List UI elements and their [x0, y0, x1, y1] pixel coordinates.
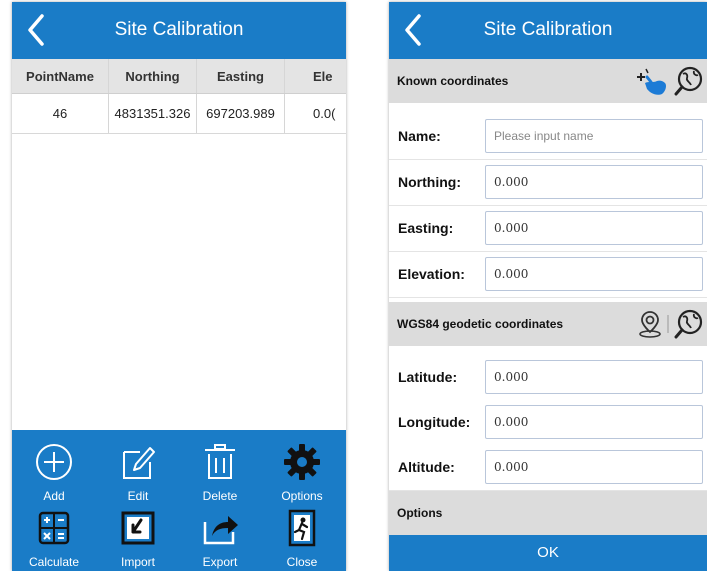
table-header: PointName Northing Easting Ele	[12, 59, 346, 94]
elevation-label: Elevation:	[398, 266, 465, 282]
title-bar: Site Calibration	[389, 2, 707, 59]
globe-search-icon[interactable]	[674, 309, 704, 339]
latitude-input[interactable]	[485, 360, 703, 394]
section-title: Options	[397, 506, 443, 520]
longitude-row: Longitude:	[389, 400, 707, 446]
import-button[interactable]: Import	[96, 502, 180, 569]
trash-icon	[205, 444, 235, 479]
cell-northing: 4831351.326	[109, 94, 197, 133]
options-label: Options	[281, 489, 323, 503]
import-icon	[121, 511, 155, 545]
known-coordinates-header: Known coordinates	[389, 59, 707, 103]
exit-icon	[288, 509, 316, 547]
easting-input[interactable]	[485, 211, 703, 245]
cell-pointname: 46	[12, 94, 109, 133]
export-icon	[203, 516, 238, 545]
latitude-row: Latitude:	[389, 355, 707, 401]
table-row[interactable]: 46 4831351.326 697203.989 0.0(	[12, 94, 346, 134]
name-input[interactable]	[485, 119, 703, 153]
longitude-input[interactable]	[485, 405, 703, 439]
easting-row: Easting:	[389, 206, 707, 252]
location-pin-icon[interactable]	[637, 310, 663, 338]
edit-icon	[123, 447, 155, 479]
cell-easting: 697203.989	[197, 94, 285, 133]
calculator-icon	[38, 511, 70, 545]
close-label: Close	[286, 555, 318, 569]
delete-button[interactable]: Delete	[178, 436, 262, 503]
calculate-button[interactable]: Calculate	[12, 502, 96, 569]
edit-button[interactable]: Edit	[96, 436, 180, 503]
easting-label: Easting:	[398, 220, 454, 236]
wgs84-header: WGS84 geodetic coordinates	[389, 302, 707, 346]
column-header-easting[interactable]: Easting	[197, 59, 285, 93]
bottom-toolbar: Add Edit Delete Options Calculate Import…	[12, 430, 346, 571]
export-button[interactable]: Export	[178, 502, 262, 569]
elevation-row: Elevation:	[389, 252, 707, 298]
edit-label: Edit	[127, 489, 149, 503]
pick-point-icon[interactable]	[637, 67, 669, 97]
delete-label: Delete	[202, 489, 238, 503]
name-label: Name:	[398, 128, 441, 144]
ok-button[interactable]: OK	[389, 535, 707, 571]
altitude-row: Altitude:	[389, 445, 707, 491]
calibration-form-screen: Site Calibration Known coordinates Name:…	[389, 2, 707, 571]
gear-icon	[284, 444, 320, 480]
column-header-northing[interactable]: Northing	[109, 59, 197, 93]
divider-icon	[667, 315, 669, 333]
northing-row: Northing:	[389, 160, 707, 206]
altitude-input[interactable]	[485, 450, 703, 484]
options-header[interactable]: Options	[389, 491, 707, 535]
cell-elevation: 0.0(	[313, 106, 336, 121]
longitude-label: Longitude:	[398, 414, 471, 430]
options-button[interactable]: Options	[260, 436, 344, 503]
section-title: WGS84 geodetic coordinates	[397, 317, 564, 331]
title-bar: Site Calibration	[12, 2, 346, 59]
export-label: Export	[202, 555, 238, 569]
column-header-elevation[interactable]: Ele	[285, 59, 346, 93]
plus-circle-icon	[36, 444, 72, 480]
northing-label: Northing:	[398, 174, 461, 190]
point-list-screen: Site Calibration PointName Northing East…	[12, 2, 346, 571]
column-header-pointname[interactable]: PointName	[12, 59, 109, 93]
northing-input[interactable]	[485, 165, 703, 199]
altitude-label: Altitude:	[398, 459, 455, 475]
latitude-label: Latitude:	[398, 369, 458, 385]
page-title: Site Calibration	[483, 19, 613, 40]
elevation-input[interactable]	[485, 257, 703, 291]
name-row: Name:	[389, 114, 707, 160]
calculate-label: Calculate	[28, 555, 80, 569]
globe-search-icon[interactable]	[674, 66, 704, 96]
section-title: Known coordinates	[397, 74, 509, 88]
page-title: Site Calibration	[114, 19, 244, 40]
add-button[interactable]: Add	[12, 436, 96, 503]
close-button[interactable]: Close	[260, 502, 344, 569]
import-label: Import	[120, 555, 155, 569]
add-label: Add	[43, 489, 65, 503]
